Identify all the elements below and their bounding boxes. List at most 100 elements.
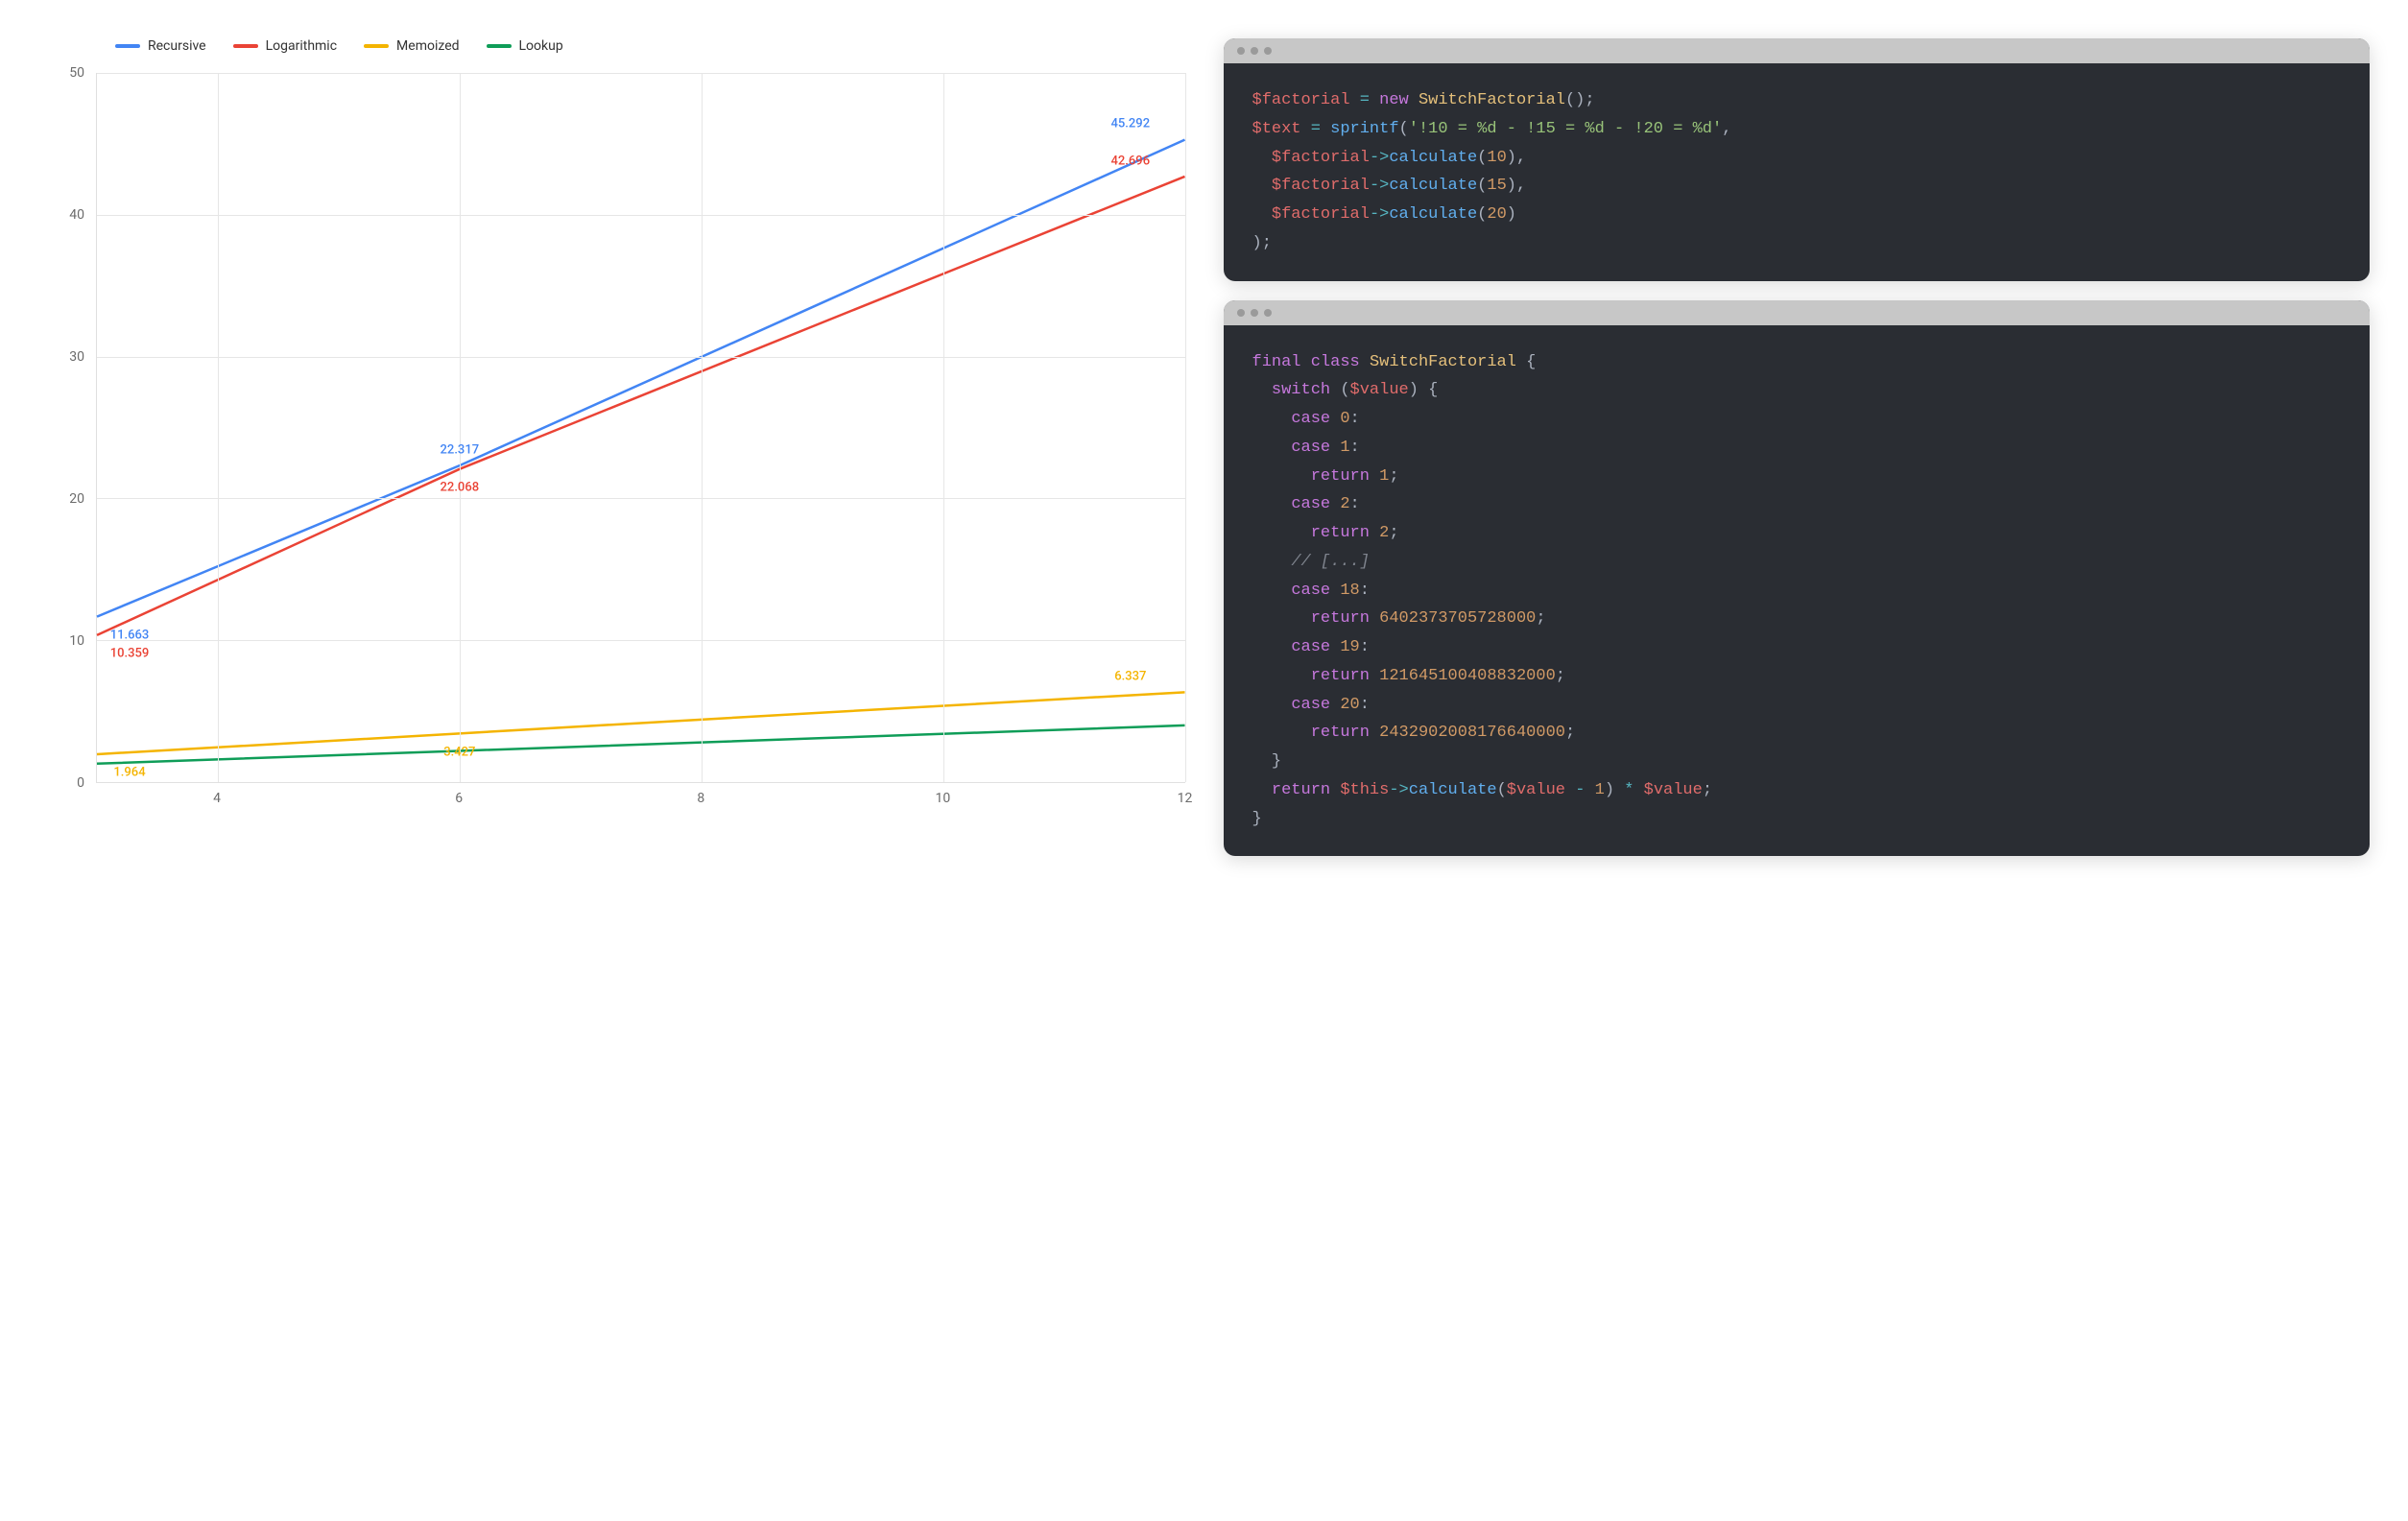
code-token-punct: }	[1252, 810, 1262, 828]
code-token-punct: :	[1360, 638, 1370, 656]
code-token-num: 1	[1379, 467, 1389, 486]
code-token-op: =	[1311, 120, 1321, 138]
code-token-fn: calculate	[1409, 781, 1497, 799]
legend-swatch-icon	[364, 44, 389, 48]
code-token-fn: calculate	[1389, 177, 1477, 195]
grid-line-vertical	[460, 73, 461, 782]
legend-swatch-icon	[487, 44, 512, 48]
window-dot-icon	[1251, 47, 1258, 55]
x-axis-tick: 6	[455, 791, 463, 806]
code-window-class: final class SwitchFactorial { switch ($v…	[1224, 300, 2371, 857]
code-token-kw: case	[1291, 638, 1330, 656]
code-token-punct: (	[1477, 177, 1487, 195]
code-token-kw: return	[1311, 467, 1370, 486]
y-axis-tick: 0	[77, 775, 84, 791]
chart-svg	[97, 73, 1185, 782]
legend-label: Recursive	[148, 38, 206, 54]
grid-line-vertical	[943, 73, 944, 782]
data-label: 6.337	[1114, 670, 1146, 684]
code-token-num: 19	[1340, 638, 1359, 656]
code-token-kw: return	[1311, 724, 1370, 742]
code-token-kw: switch	[1272, 381, 1330, 399]
code-token-num: 0	[1340, 410, 1349, 428]
code-token-num: 15	[1487, 177, 1506, 195]
code-token-num: 18	[1340, 582, 1359, 600]
code-token-var: $value	[1644, 781, 1703, 799]
code-window-usage: $factorial = new SwitchFactorial(); $tex…	[1224, 38, 2371, 281]
code-token-num: 10	[1487, 149, 1506, 167]
x-axis-tick: 12	[1178, 791, 1193, 806]
data-label: 10.359	[110, 647, 150, 661]
code-token-punct: )	[1507, 205, 1516, 224]
code-token-num: 2	[1379, 524, 1389, 542]
x-axis-tick: 10	[936, 791, 951, 806]
code-token-op: ->	[1370, 149, 1389, 167]
legend-swatch-icon	[115, 44, 140, 48]
code-token-var: $this	[1340, 781, 1389, 799]
window-dot-icon	[1251, 309, 1258, 317]
code-body-usage[interactable]: $factorial = new SwitchFactorial(); $tex…	[1224, 63, 2371, 281]
code-body-class[interactable]: final class SwitchFactorial { switch ($v…	[1224, 325, 2371, 857]
window-dot-icon	[1264, 47, 1272, 55]
code-token-kw: new	[1379, 91, 1409, 109]
code-token-fn: calculate	[1389, 205, 1477, 224]
code-token-kw: return	[1311, 524, 1370, 542]
code-token-comment: // [...]	[1291, 553, 1370, 571]
code-token-punct: )	[1605, 781, 1624, 799]
code-token-punct: (	[1477, 205, 1487, 224]
code-token-punct: :	[1360, 696, 1370, 714]
code-token-str: '!10 = %d - !15 = %d - !20 = %d'	[1409, 120, 1722, 138]
code-token-num: 1	[1340, 439, 1349, 457]
chart-panel: Recursive Logarithmic Memoized Lookup 01020…	[38, 38, 1185, 856]
window-dot-icon	[1264, 309, 1272, 317]
code-panel: $factorial = new SwitchFactorial (); $tex…	[1224, 38, 2371, 856]
data-label: 11.663	[110, 628, 150, 642]
legend-item-logarithmic[interactable]: Logarithmic	[233, 38, 337, 54]
code-token-op: ->	[1370, 205, 1389, 224]
code-token-op: ->	[1389, 781, 1408, 799]
code-token-kw: case	[1291, 410, 1330, 428]
legend-swatch-icon	[233, 44, 258, 48]
data-label: 42.696	[1111, 154, 1151, 168]
code-token-type: SwitchFactorial	[1370, 353, 1516, 371]
code-token-kw: case	[1291, 495, 1330, 513]
data-label: 45.292	[1111, 117, 1151, 131]
code-token-punct: ) {	[1409, 381, 1439, 399]
code-token-punct: ;	[1389, 524, 1398, 542]
code-token-var: $factorial	[1252, 91, 1350, 109]
code-token-punct: (	[1497, 781, 1507, 799]
legend-item-memoized[interactable]: Memoized	[364, 38, 459, 54]
y-axis: 01020304050	[38, 73, 96, 783]
series-line-recursive	[97, 140, 1185, 617]
grid-line-horizontal	[97, 73, 1185, 74]
code-token-num: 2432902008176640000	[1379, 724, 1565, 742]
code-token-punct: {	[1526, 353, 1536, 371]
window-dot-icon	[1237, 47, 1245, 55]
code-token-punct: (	[1330, 381, 1349, 399]
legend-item-lookup[interactable]: Lookup	[487, 38, 563, 54]
code-token-punct: );	[1252, 234, 1272, 252]
code-token-fn: calculate	[1389, 149, 1477, 167]
legend-item-recursive[interactable]: Recursive	[115, 38, 206, 54]
code-token-punct: ;	[1389, 467, 1398, 486]
code-token-punct: ();	[1565, 91, 1595, 109]
x-axis: 4681012	[96, 783, 1185, 821]
code-token-punct: }	[1272, 752, 1281, 771]
data-label: 3.427	[443, 745, 475, 759]
code-token-num: 1	[1595, 781, 1605, 799]
grid-line-vertical	[218, 73, 219, 782]
code-token-punct: ;	[1565, 724, 1575, 742]
code-token-kw: case	[1291, 582, 1330, 600]
grid-line-vertical	[702, 73, 703, 782]
code-token-var: $text	[1252, 120, 1301, 138]
code-token-num: 2	[1340, 495, 1349, 513]
code-token-kw: return	[1311, 667, 1370, 685]
code-token-punct: :	[1360, 582, 1370, 600]
code-token-kw: return	[1311, 609, 1370, 628]
code-token-op: *	[1624, 781, 1633, 799]
code-token-op: ->	[1370, 177, 1389, 195]
grid-line-horizontal	[97, 215, 1185, 216]
data-label: 1.964	[113, 766, 145, 780]
x-axis-tick: 8	[697, 791, 704, 806]
code-token-var: $factorial	[1272, 149, 1370, 167]
